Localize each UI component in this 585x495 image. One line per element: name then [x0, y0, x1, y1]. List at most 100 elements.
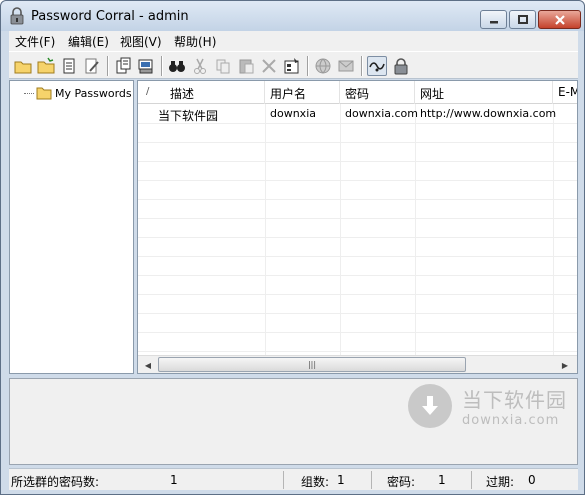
open-url-button[interactable] — [313, 56, 333, 76]
auto-type-button[interactable] — [367, 56, 387, 76]
lock-button[interactable] — [391, 56, 411, 76]
toolbar-separator — [161, 56, 163, 76]
toolbar-separator — [361, 56, 363, 76]
paste-icon — [239, 59, 254, 74]
toolbar-separator — [307, 56, 309, 76]
password-list[interactable]: / 描述 用户名 密码 网址 E-M 当下软件园 downxia downxia… — [137, 80, 578, 374]
cut-button[interactable] — [190, 56, 210, 76]
open-folder-icon — [37, 57, 55, 74]
paste-button[interactable] — [236, 56, 256, 76]
horizontal-scrollbar[interactable]: ◀ ||| ▶ — [138, 355, 577, 373]
cell-url: http://www.downxia.com — [420, 107, 557, 120]
scroll-thumb[interactable]: ||| — [158, 357, 466, 372]
detail-pane: 当下软件园 downxia.com — [9, 378, 578, 465]
empty-row — [138, 124, 577, 143]
watermark-title: 当下软件园 — [462, 388, 567, 412]
copy-button[interactable] — [213, 56, 233, 76]
menu-help[interactable]: 帮助(H) — [174, 33, 216, 50]
status-selected-value: 1 — [170, 473, 178, 487]
status-selected-label: 所选群的密码数: — [11, 475, 100, 489]
app-window: Password Corral - admin 文件(F) 编辑(E) 视图(V… — [0, 0, 585, 495]
column-header-email[interactable]: E-M — [553, 81, 577, 104]
delete-icon — [262, 59, 276, 73]
status-divider — [371, 471, 372, 489]
status-expired-label: 过期: — [486, 475, 515, 489]
open-folder-button[interactable] — [36, 56, 56, 76]
column-header-username[interactable]: 用户名 — [265, 81, 340, 104]
properties-sheet-button[interactable] — [282, 56, 302, 76]
empty-row — [138, 295, 577, 314]
column-header-url[interactable]: 网址 — [415, 81, 553, 104]
toolbar-separator — [107, 56, 109, 76]
column-header-description[interactable]: 描述 — [138, 81, 265, 104]
empty-row — [138, 257, 577, 276]
list-header: / 描述 用户名 密码 网址 E-M — [138, 81, 577, 104]
lock-icon — [394, 58, 408, 75]
print-icon — [138, 59, 153, 74]
email-icon — [338, 60, 354, 72]
empty-row — [138, 238, 577, 257]
auto-type-icon — [369, 62, 385, 72]
status-passwords-label: 密码: — [387, 475, 416, 489]
properties-sheet-icon — [284, 58, 299, 74]
menu-view[interactable]: 视图(V) — [120, 33, 162, 50]
empty-row — [138, 314, 577, 333]
status-groups-label: 组数: — [301, 475, 330, 489]
send-email-button[interactable] — [336, 56, 356, 76]
scroll-thumb-grip: ||| — [307, 360, 317, 369]
copy-clipboard-icon — [116, 57, 131, 74]
new-folder-button[interactable] — [13, 56, 33, 76]
watermark-url: downxia.com — [462, 413, 560, 428]
watermark: 当下软件园 downxia.com — [408, 384, 567, 428]
empty-row — [138, 143, 577, 162]
new-folder-icon — [14, 61, 32, 74]
download-arrow-icon — [408, 384, 452, 428]
empty-row — [138, 200, 577, 219]
delete-button[interactable] — [259, 56, 279, 76]
empty-row — [138, 276, 577, 295]
cell-description: 当下软件园 — [158, 109, 219, 123]
title-bar[interactable]: Password Corral - admin — [1, 1, 584, 31]
maximize-button[interactable] — [509, 10, 536, 29]
menu-file[interactable]: 文件(F) — [15, 33, 55, 50]
find-button[interactable] — [167, 56, 187, 76]
close-icon — [554, 14, 565, 25]
status-divider — [471, 471, 472, 489]
properties-button[interactable] — [59, 56, 79, 76]
status-groups-value: 1 — [337, 473, 345, 487]
status-passwords-value: 1 — [438, 473, 446, 487]
cell-username: downxia — [270, 107, 316, 120]
column-header-password[interactable]: 密码 — [340, 81, 415, 104]
properties-icon — [63, 58, 75, 74]
close-button[interactable] — [538, 10, 581, 29]
copy-clipboard-button[interactable] — [113, 56, 133, 76]
edit-button[interactable] — [82, 56, 102, 76]
folder-icon — [36, 87, 52, 100]
status-expired-value: 0 — [528, 473, 536, 487]
edit-icon — [85, 58, 99, 74]
empty-row — [138, 333, 577, 352]
tree-connector — [24, 92, 34, 94]
empty-row — [138, 219, 577, 238]
folder-tree[interactable]: My Passwords — [9, 80, 134, 374]
empty-row — [138, 162, 577, 181]
window-title: Password Corral - admin — [31, 9, 189, 24]
menu-bar: 文件(F) 编辑(E) 视图(V) 帮助(H) — [9, 31, 578, 51]
status-divider — [283, 471, 284, 489]
cell-password: downxia.com — [345, 107, 418, 120]
menu-edit[interactable]: 编辑(E) — [68, 33, 109, 50]
table-row[interactable]: 当下软件园 downxia downxia.com http://www.dow… — [138, 105, 577, 124]
scroll-left-button[interactable]: ◀ — [140, 358, 156, 372]
print-button[interactable] — [136, 56, 156, 76]
minimize-button[interactable] — [480, 10, 507, 29]
minimize-icon — [489, 20, 498, 23]
scroll-right-button[interactable]: ▶ — [557, 358, 573, 372]
tree-node-my-passwords[interactable]: My Passwords — [24, 84, 132, 102]
status-bar: 所选群的密码数: 1 组数: 1 密码: 1 过期: 0 — [9, 468, 578, 490]
globe-icon — [315, 58, 331, 74]
empty-row — [138, 181, 577, 200]
maximize-icon — [517, 14, 528, 24]
cut-icon — [194, 58, 206, 74]
toolbar — [9, 51, 578, 79]
lock-app-icon — [10, 7, 24, 25]
